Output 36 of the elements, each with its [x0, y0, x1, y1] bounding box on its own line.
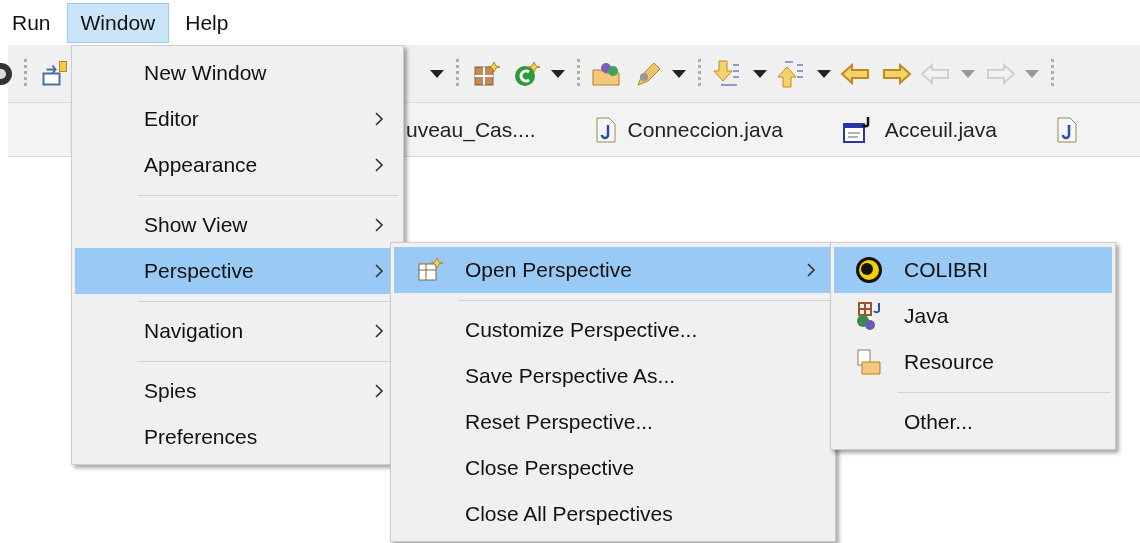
menu-item[interactable]: Editor: [75, 96, 400, 142]
menu-bar-item[interactable]: Help: [173, 2, 241, 43]
caret-icon: [551, 69, 565, 78]
caret-icon: [817, 69, 831, 78]
caret-icon: [672, 69, 686, 78]
menu-bar-item[interactable]: Run: [0, 2, 63, 43]
menu-item[interactable]: Resource: [834, 339, 1112, 385]
menu-item[interactable]: Close All Perspectives: [394, 491, 832, 537]
menu-item[interactable]: Close Perspective: [394, 445, 832, 491]
grid-icon: [472, 59, 500, 88]
menu-item[interactable]: Java: [834, 293, 1112, 339]
arrow-right-icon: [984, 61, 1016, 86]
eye-icon: [854, 255, 884, 285]
class-icon: [512, 59, 540, 88]
menu-item[interactable]: Open Perspective: [394, 247, 832, 293]
java-file-icon: [595, 116, 616, 143]
menu-item[interactable]: COLIBRI: [834, 247, 1112, 293]
arrow-left-icon: [840, 61, 872, 86]
menu-bar-item[interactable]: Window: [66, 2, 170, 43]
menu-item[interactable]: Show View: [75, 202, 400, 248]
menu-item[interactable]: Appearance: [75, 142, 400, 188]
arrow-right-icon: [880, 61, 912, 86]
editor-tab[interactable]: Conneccion.java: [627, 117, 783, 142]
window-icon: [41, 61, 67, 86]
caret-icon: [1025, 69, 1039, 78]
menu-item[interactable]: Other...: [834, 399, 1112, 445]
arrow-left-icon: [920, 61, 952, 86]
perspective-icon: [416, 257, 443, 283]
java-perspective-icon: [855, 301, 883, 331]
caret-icon: [753, 69, 767, 78]
java-file-icon: [1056, 116, 1077, 143]
editor-tab[interactable]: uveau_Cas....: [406, 117, 536, 142]
caret-icon: [430, 69, 444, 78]
editor-tab[interactable]: Acceuil.java: [884, 117, 997, 142]
caret-icon: [961, 69, 975, 78]
files-icon: [856, 348, 882, 376]
